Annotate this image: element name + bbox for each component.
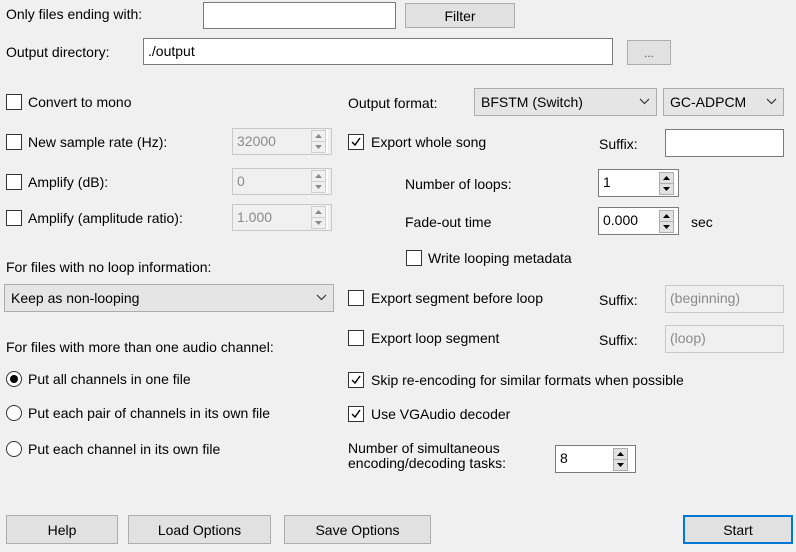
chevron-down-icon bbox=[766, 98, 777, 105]
no-loop-select[interactable]: Keep as non-looping bbox=[4, 284, 334, 312]
export-whole-suffix-input[interactable] bbox=[665, 129, 784, 157]
fade-unit: sec bbox=[691, 214, 713, 230]
new-sample-rate-checkbox[interactable] bbox=[6, 134, 22, 150]
export-loop-checkbox[interactable] bbox=[348, 330, 364, 346]
export-loop-suffix-input[interactable]: (loop) bbox=[665, 325, 784, 353]
spin-down-icon[interactable] bbox=[311, 181, 326, 193]
export-whole-suffix-label: Suffix: bbox=[599, 136, 638, 152]
export-loop-label: Export loop segment bbox=[371, 330, 500, 346]
amplify-ratio-label: Amplify (amplitude ratio): bbox=[28, 210, 183, 226]
output-directory-input[interactable]: ./output bbox=[143, 38, 613, 65]
output-directory-label: Output directory: bbox=[6, 44, 110, 60]
fade-label: Fade-out time bbox=[405, 214, 492, 230]
loops-label: Number of loops: bbox=[405, 176, 512, 192]
no-loop-selected: Keep as non-looping bbox=[11, 290, 140, 306]
tasks-label-line1: Number of simultaneous bbox=[348, 440, 500, 456]
start-button[interactable]: Start bbox=[683, 515, 793, 544]
check-icon bbox=[351, 409, 361, 419]
amplify-db-label: Amplify (dB): bbox=[28, 174, 109, 190]
export-whole-checkbox[interactable] bbox=[348, 134, 364, 150]
output-format-selected: BFSTM (Switch) bbox=[481, 94, 583, 110]
radio-each-channel-label: Put each channel in its own file bbox=[28, 441, 221, 457]
export-before-checkbox[interactable] bbox=[348, 290, 364, 306]
sample-rate-spinner[interactable] bbox=[311, 130, 328, 153]
vgaudio-checkbox[interactable] bbox=[348, 406, 364, 422]
export-before-suffix-label: Suffix: bbox=[599, 292, 638, 308]
codec-selected: GC-ADPCM bbox=[670, 94, 747, 110]
radio-pair-channels-label: Put each pair of channels in its own fil… bbox=[28, 405, 271, 421]
fade-spinner[interactable] bbox=[659, 210, 676, 233]
check-icon bbox=[351, 375, 361, 385]
vgaudio-label: Use VGAudio decoder bbox=[371, 406, 511, 422]
output-format-select[interactable]: BFSTM (Switch) bbox=[474, 88, 657, 116]
spin-down-icon[interactable] bbox=[311, 141, 326, 153]
write-loop-meta-checkbox[interactable] bbox=[406, 250, 422, 266]
export-before-label: Export segment before loop bbox=[371, 290, 543, 306]
multi-channel-label: For files with more than one audio chann… bbox=[6, 339, 274, 355]
amplify-db-spinner[interactable] bbox=[311, 170, 328, 193]
filter-button[interactable]: Filter bbox=[405, 3, 515, 28]
skip-reencode-checkbox[interactable] bbox=[348, 372, 364, 388]
tasks-label-line2: encoding/decoding tasks: bbox=[348, 455, 506, 471]
chevron-down-icon bbox=[316, 294, 327, 301]
radio-all-channels-label: Put all channels in one file bbox=[28, 371, 191, 387]
filter-input[interactable] bbox=[203, 2, 396, 29]
export-whole-label: Export whole song bbox=[371, 134, 487, 150]
write-loop-meta-label: Write looping metadata bbox=[428, 250, 572, 266]
no-loop-label: For files with no loop information: bbox=[6, 259, 212, 275]
spin-down-icon[interactable] bbox=[311, 217, 326, 229]
export-loop-suffix-label: Suffix: bbox=[599, 332, 638, 348]
amplify-ratio-spinner[interactable] bbox=[311, 206, 328, 229]
convert-mono-label: Convert to mono bbox=[28, 94, 132, 110]
radio-pair-channels[interactable] bbox=[6, 405, 22, 421]
amplify-db-checkbox[interactable] bbox=[6, 174, 22, 190]
loops-spinner[interactable] bbox=[659, 172, 676, 195]
save-options-button[interactable]: Save Options bbox=[284, 515, 431, 544]
skip-reencode-label: Skip re-encoding for similar formats whe… bbox=[371, 372, 684, 388]
spin-down-icon[interactable] bbox=[613, 459, 628, 471]
amplify-ratio-checkbox[interactable] bbox=[6, 210, 22, 226]
output-format-label: Output format: bbox=[348, 95, 438, 111]
spin-down-icon[interactable] bbox=[659, 183, 674, 195]
browse-button[interactable]: ... bbox=[627, 40, 671, 65]
load-options-button[interactable]: Load Options bbox=[128, 515, 271, 544]
filter-label: Only files ending with: bbox=[6, 6, 143, 22]
spin-down-icon[interactable] bbox=[659, 221, 674, 233]
export-before-suffix-input[interactable]: (beginning) bbox=[665, 285, 784, 313]
help-button[interactable]: Help bbox=[6, 515, 118, 544]
convert-mono-checkbox[interactable] bbox=[6, 94, 22, 110]
codec-select[interactable]: GC-ADPCM bbox=[663, 88, 784, 116]
new-sample-rate-label: New sample rate (Hz): bbox=[28, 134, 168, 150]
check-icon bbox=[351, 137, 361, 147]
radio-all-channels[interactable] bbox=[6, 371, 22, 387]
chevron-down-icon bbox=[639, 98, 650, 105]
radio-each-channel[interactable] bbox=[6, 441, 22, 457]
tasks-spinner[interactable] bbox=[613, 448, 630, 471]
